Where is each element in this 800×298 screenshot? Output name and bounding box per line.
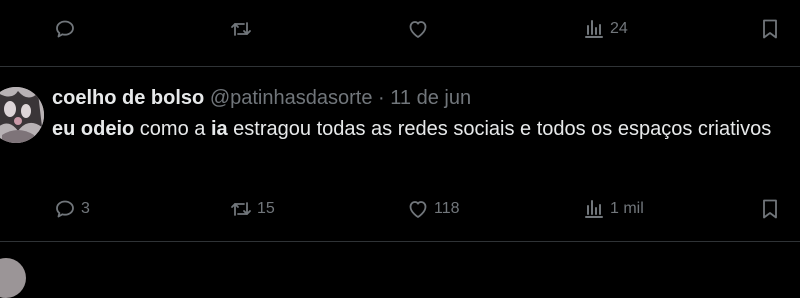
repost-button[interactable] (229, 17, 257, 41)
like-button[interactable]: 118 (406, 197, 460, 221)
bookmark-icon (758, 197, 782, 221)
views-count: 1 mil (610, 200, 644, 217)
post-text-bold-1: eu odeio (52, 118, 135, 140)
like-icon (406, 17, 430, 41)
reply-count: 3 (81, 200, 90, 217)
previous-post-action-bar: 24 (0, 17, 800, 41)
views-icon (582, 17, 606, 41)
repost-icon (229, 197, 253, 221)
avatar[interactable] (0, 87, 44, 143)
separator: · (378, 87, 385, 109)
handle[interactable]: @patinhasdasorte (210, 87, 373, 109)
views-count: 24 (610, 20, 628, 37)
repost-count: 15 (257, 200, 275, 217)
next-post-avatar[interactable] (0, 258, 26, 298)
reply-button[interactable] (53, 17, 81, 41)
display-name[interactable]: coelho de bolso (52, 87, 204, 109)
reply-button[interactable]: 3 (53, 197, 90, 221)
post-text: eu odeio como a ia estragou todas as red… (52, 116, 772, 143)
post-date[interactable]: 11 de jun (390, 87, 471, 109)
bookmark-button[interactable] (758, 197, 782, 221)
views-button[interactable]: 1 mil (582, 197, 644, 221)
post-action-bar: 3 15 118 1 mil (0, 197, 800, 221)
post-header: coelho de bolso @patinhasdasorte · 11 de… (52, 84, 471, 112)
post-text-bold-3: ia (210, 118, 228, 140)
post-text-segment-2: como a (134, 118, 211, 140)
like-icon (406, 197, 430, 221)
repost-icon (229, 17, 253, 41)
like-count: 118 (434, 200, 460, 217)
bookmark-icon (758, 17, 782, 41)
views-button[interactable]: 24 (582, 17, 628, 41)
bookmark-button[interactable] (758, 17, 782, 41)
like-button[interactable] (406, 17, 434, 41)
post-divider (0, 241, 800, 242)
post-text-segment-4: estragou todas as redes sociais e todos … (227, 118, 772, 140)
post[interactable]: coelho de bolso @patinhasdasorte · 11 de… (0, 67, 800, 241)
reply-icon (53, 197, 77, 221)
reply-icon (53, 17, 77, 41)
views-icon (582, 197, 606, 221)
repost-button[interactable]: 15 (229, 197, 275, 221)
